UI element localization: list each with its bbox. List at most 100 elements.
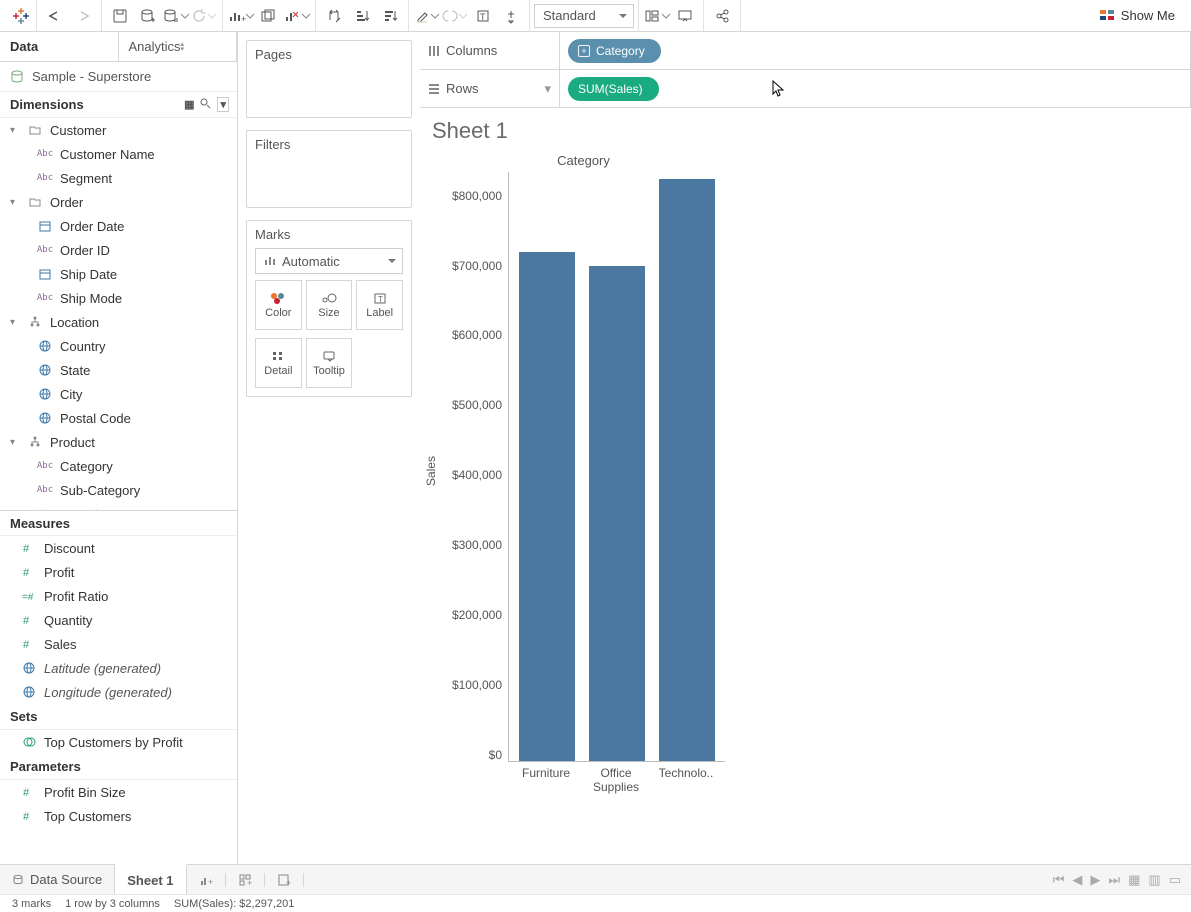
sort-descending-button[interactable] xyxy=(376,3,404,29)
main-toolbar: + T Standard Show Me xyxy=(0,0,1191,32)
data-source-label: Sample - Superstore xyxy=(32,69,151,84)
bar-mark-icon xyxy=(264,254,276,269)
svg-text:#: # xyxy=(23,615,30,627)
data-source-item[interactable]: Sample - Superstore xyxy=(0,62,237,92)
swap-rows-columns-button[interactable] xyxy=(320,3,348,29)
find-field-icon[interactable] xyxy=(200,98,211,112)
chart-bars[interactable] xyxy=(508,172,725,762)
pages-shelf[interactable]: Pages xyxy=(246,40,412,118)
redo-button[interactable] xyxy=(69,3,97,29)
columns-pill-category[interactable]: + Category xyxy=(568,39,661,63)
share-button[interactable] xyxy=(708,3,736,29)
presentation-mode-button[interactable] xyxy=(671,3,699,29)
data-pane-menu-icon[interactable]: ▾ xyxy=(217,97,229,112)
show-me-button[interactable]: Show Me xyxy=(1089,8,1185,23)
refresh-button[interactable] xyxy=(190,3,218,29)
tree-field[interactable]: #Profit xyxy=(0,560,237,584)
clear-sheet-button[interactable] xyxy=(283,3,311,29)
rows-pill-sum-sales[interactable]: SUM(Sales) xyxy=(568,77,659,101)
group-button[interactable] xyxy=(441,3,469,29)
duplicate-sheet-button[interactable] xyxy=(255,3,283,29)
sheet-title[interactable]: Sheet 1 xyxy=(420,108,1191,148)
tree-field[interactable]: AbcSegment xyxy=(0,166,237,190)
sort-ascending-button[interactable] xyxy=(348,3,376,29)
tree-field[interactable]: Country xyxy=(0,334,237,358)
chart-bar[interactable] xyxy=(659,179,715,761)
next-sheet-icon[interactable]: ▶ xyxy=(1090,872,1100,888)
filters-shelf[interactable]: Filters xyxy=(246,130,412,208)
show-filmstrip-icon[interactable]: ▦ xyxy=(1128,872,1140,888)
show-sheet-sorter-icon[interactable]: ▥ xyxy=(1148,872,1160,888)
tree-field[interactable]: AbcOrder ID xyxy=(0,238,237,262)
show-hide-cards-button[interactable] xyxy=(643,3,671,29)
tree-group[interactable]: ▾Order xyxy=(0,190,237,214)
tree-group[interactable]: ▾Product xyxy=(0,430,237,454)
tree-field[interactable]: Latitude (generated) xyxy=(0,656,237,680)
tree-group[interactable]: ▾Customer xyxy=(0,118,237,142)
tree-field[interactable]: State xyxy=(0,358,237,382)
new-worksheet-button[interactable]: + xyxy=(227,3,255,29)
data-source-tab[interactable]: Data Source xyxy=(0,865,115,894)
marks-color-button[interactable]: Color xyxy=(255,280,302,330)
pin-axis-button[interactable] xyxy=(497,3,525,29)
expand-icon[interactable]: + xyxy=(578,45,590,57)
tree-field[interactable]: Postal Code xyxy=(0,406,237,430)
marks-detail-button[interactable]: Detail xyxy=(255,338,302,388)
tree-field[interactable]: City xyxy=(0,382,237,406)
label-icon: T xyxy=(373,292,387,304)
tree-field[interactable]: AbcCategory xyxy=(0,454,237,478)
chart-bar[interactable] xyxy=(589,266,645,761)
tree-field[interactable]: #Profit Bin Size xyxy=(0,780,237,804)
tree-field[interactable]: #Sales xyxy=(0,632,237,656)
first-sheet-icon[interactable]: ⏮ xyxy=(1053,872,1065,888)
tableau-logo-icon[interactable] xyxy=(10,5,32,27)
svg-text:+: + xyxy=(247,878,252,888)
last-sheet-icon[interactable]: ⏭ xyxy=(1108,872,1120,888)
new-dashboard-tab-button[interactable]: + xyxy=(226,873,265,887)
mark-type-selector[interactable]: Automatic xyxy=(255,248,403,274)
view-as-icon[interactable]: ▦ xyxy=(184,98,194,111)
columns-drop-zone[interactable]: + Category xyxy=(560,32,1191,69)
tree-field[interactable]: #Discount xyxy=(0,536,237,560)
tree-field[interactable]: Ship Date xyxy=(0,262,237,286)
tree-field[interactable]: #Top Customers xyxy=(0,804,237,828)
svg-text:#: # xyxy=(23,811,30,823)
show-tabs-icon[interactable]: ▭ xyxy=(1169,872,1181,888)
status-sum: SUM(Sales): $2,297,201 xyxy=(174,898,294,910)
tree-field[interactable]: AbcCustomer Name xyxy=(0,142,237,166)
rows-menu-caret-icon[interactable]: ▾ xyxy=(544,81,551,97)
tree-field[interactable]: AbcShip Mode xyxy=(0,286,237,310)
sheet1-tab[interactable]: Sheet 1 xyxy=(115,864,186,894)
dimensions-header: Dimensions ▦ ▾ xyxy=(0,92,237,118)
undo-button[interactable] xyxy=(41,3,69,29)
tree-field[interactable]: Top Customers by Profit xyxy=(0,730,237,754)
marks-card: Marks Automatic Color Size TLabel Detail… xyxy=(246,220,412,397)
tab-analytics[interactable]: Analytics▴▾ xyxy=(119,32,238,61)
tree-field[interactable]: #Quantity xyxy=(0,608,237,632)
fit-selector[interactable]: Standard xyxy=(534,4,634,28)
datasource-icon xyxy=(10,70,24,84)
save-button[interactable] xyxy=(106,3,134,29)
tree-field[interactable]: Longitude (generated) xyxy=(0,680,237,704)
prev-sheet-icon[interactable]: ◀ xyxy=(1072,872,1082,888)
marks-size-button[interactable]: Size xyxy=(306,280,353,330)
tree-field[interactable]: AbcSub-Category xyxy=(0,478,237,502)
new-worksheet-tab-button[interactable]: + xyxy=(187,873,226,887)
tree-field[interactable]: Order Date xyxy=(0,214,237,238)
parameters-header: Parameters xyxy=(0,754,237,780)
y-axis-ticks: $800,000$700,000$600,000$500,000$400,000… xyxy=(442,172,508,762)
new-data-source-button[interactable] xyxy=(134,3,162,29)
svg-text:T: T xyxy=(480,12,486,22)
marks-tooltip-button[interactable]: Tooltip xyxy=(306,338,353,388)
chart-bar[interactable] xyxy=(519,252,575,761)
marks-label-button[interactable]: TLabel xyxy=(356,280,403,330)
tab-data[interactable]: Data xyxy=(0,32,119,61)
pause-auto-updates-button[interactable] xyxy=(162,3,190,29)
rows-drop-zone[interactable]: SUM(Sales) xyxy=(560,70,1191,107)
highlight-button[interactable] xyxy=(413,3,441,29)
tree-field[interactable]: =#Profit Ratio xyxy=(0,584,237,608)
tree-group[interactable]: ▾Location xyxy=(0,310,237,334)
new-story-tab-button[interactable]: + xyxy=(265,873,304,887)
tree-field[interactable]: AbcManufacturer xyxy=(0,502,237,510)
show-mark-labels-button[interactable]: T xyxy=(469,3,497,29)
